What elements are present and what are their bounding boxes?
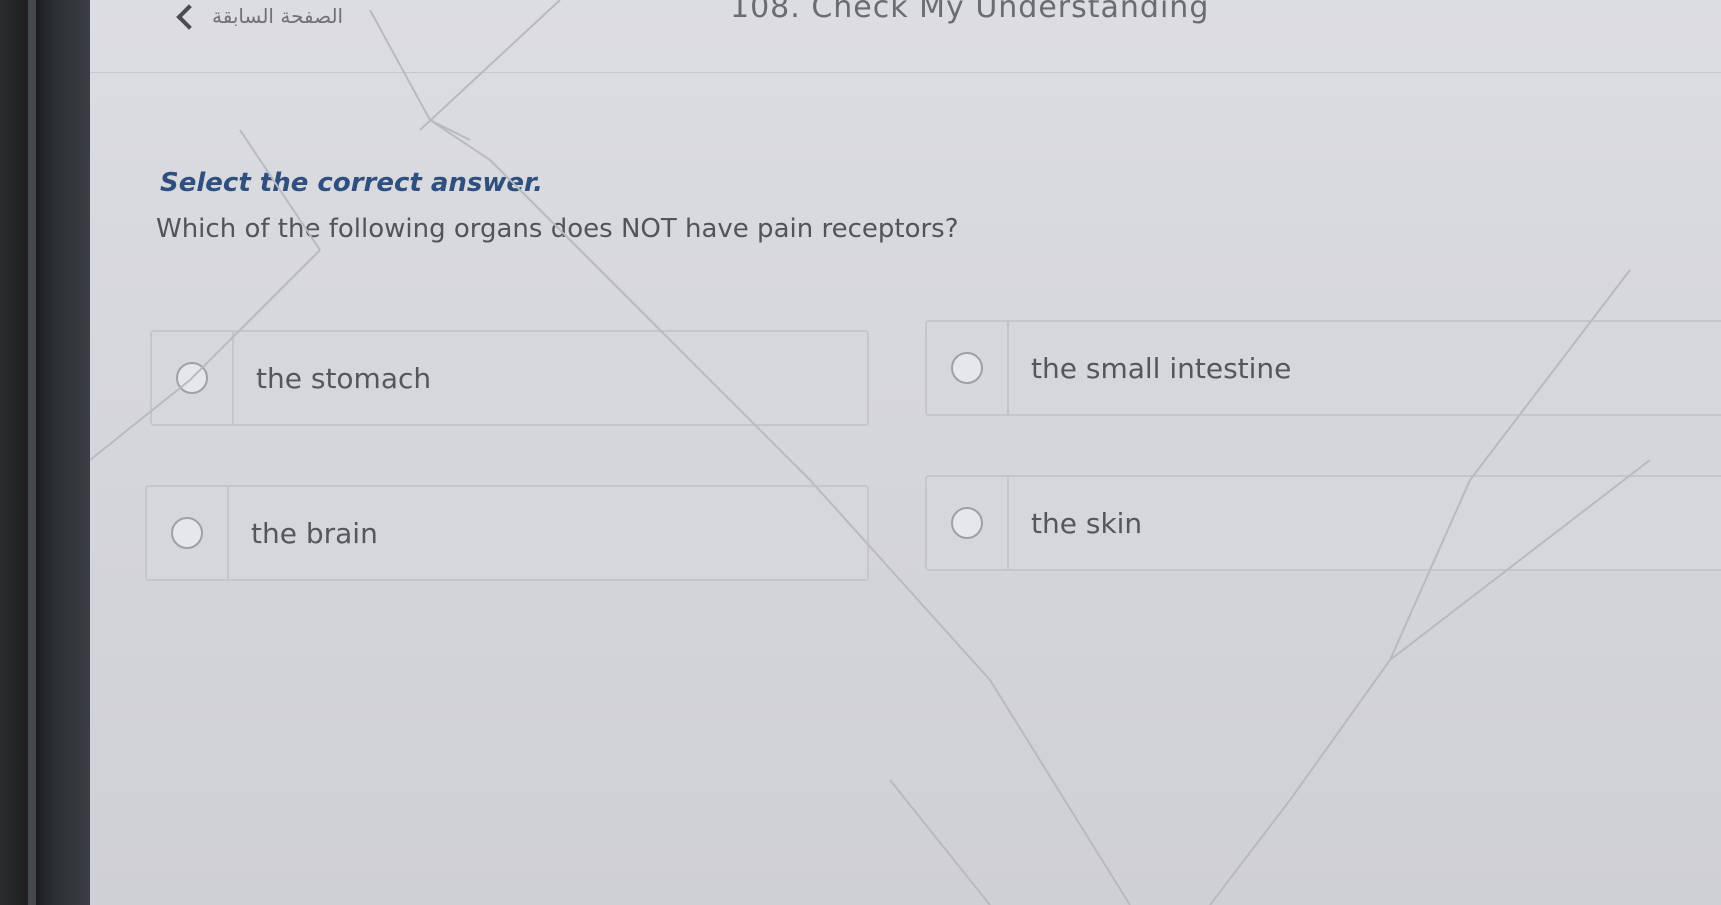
radio-cell <box>927 322 1009 414</box>
radio-cell <box>152 332 234 424</box>
radio-button[interactable] <box>951 507 983 539</box>
chevron-left-icon <box>176 4 202 30</box>
back-label: الصفحة السابقة <box>212 4 344 28</box>
radio-cell <box>927 477 1009 569</box>
page-title: 108. Check My Understanding <box>730 0 1210 25</box>
answer-option-skin[interactable]: the skin <box>925 475 1721 571</box>
question-text: Which of the following organs does NOT h… <box>156 214 959 244</box>
option-label: the skin <box>1031 506 1143 540</box>
option-label: the brain <box>251 516 378 550</box>
back-button[interactable]: الصفحة السابقة <box>176 4 344 30</box>
screen-crack-lines <box>90 0 1651 905</box>
option-label: the stomach <box>256 361 432 395</box>
answer-option-small-intestine[interactable]: the small intestine <box>925 320 1721 416</box>
radio-cell <box>147 487 229 579</box>
bezel-edge <box>28 0 36 905</box>
instruction-text: Select the correct answer. <box>160 168 544 198</box>
answer-option-brain[interactable]: the brain <box>145 485 869 581</box>
option-label: the small intestine <box>1031 351 1292 385</box>
radio-button[interactable] <box>171 517 203 549</box>
answer-option-stomach[interactable]: the stomach <box>150 330 869 426</box>
device-bezel <box>0 0 90 905</box>
top-bar: الصفحة السابقة 108. Check My Understandi… <box>90 0 1721 73</box>
radio-button[interactable] <box>176 362 208 394</box>
screen: الصفحة السابقة 108. Check My Understandi… <box>90 0 1721 905</box>
radio-button[interactable] <box>951 352 983 384</box>
